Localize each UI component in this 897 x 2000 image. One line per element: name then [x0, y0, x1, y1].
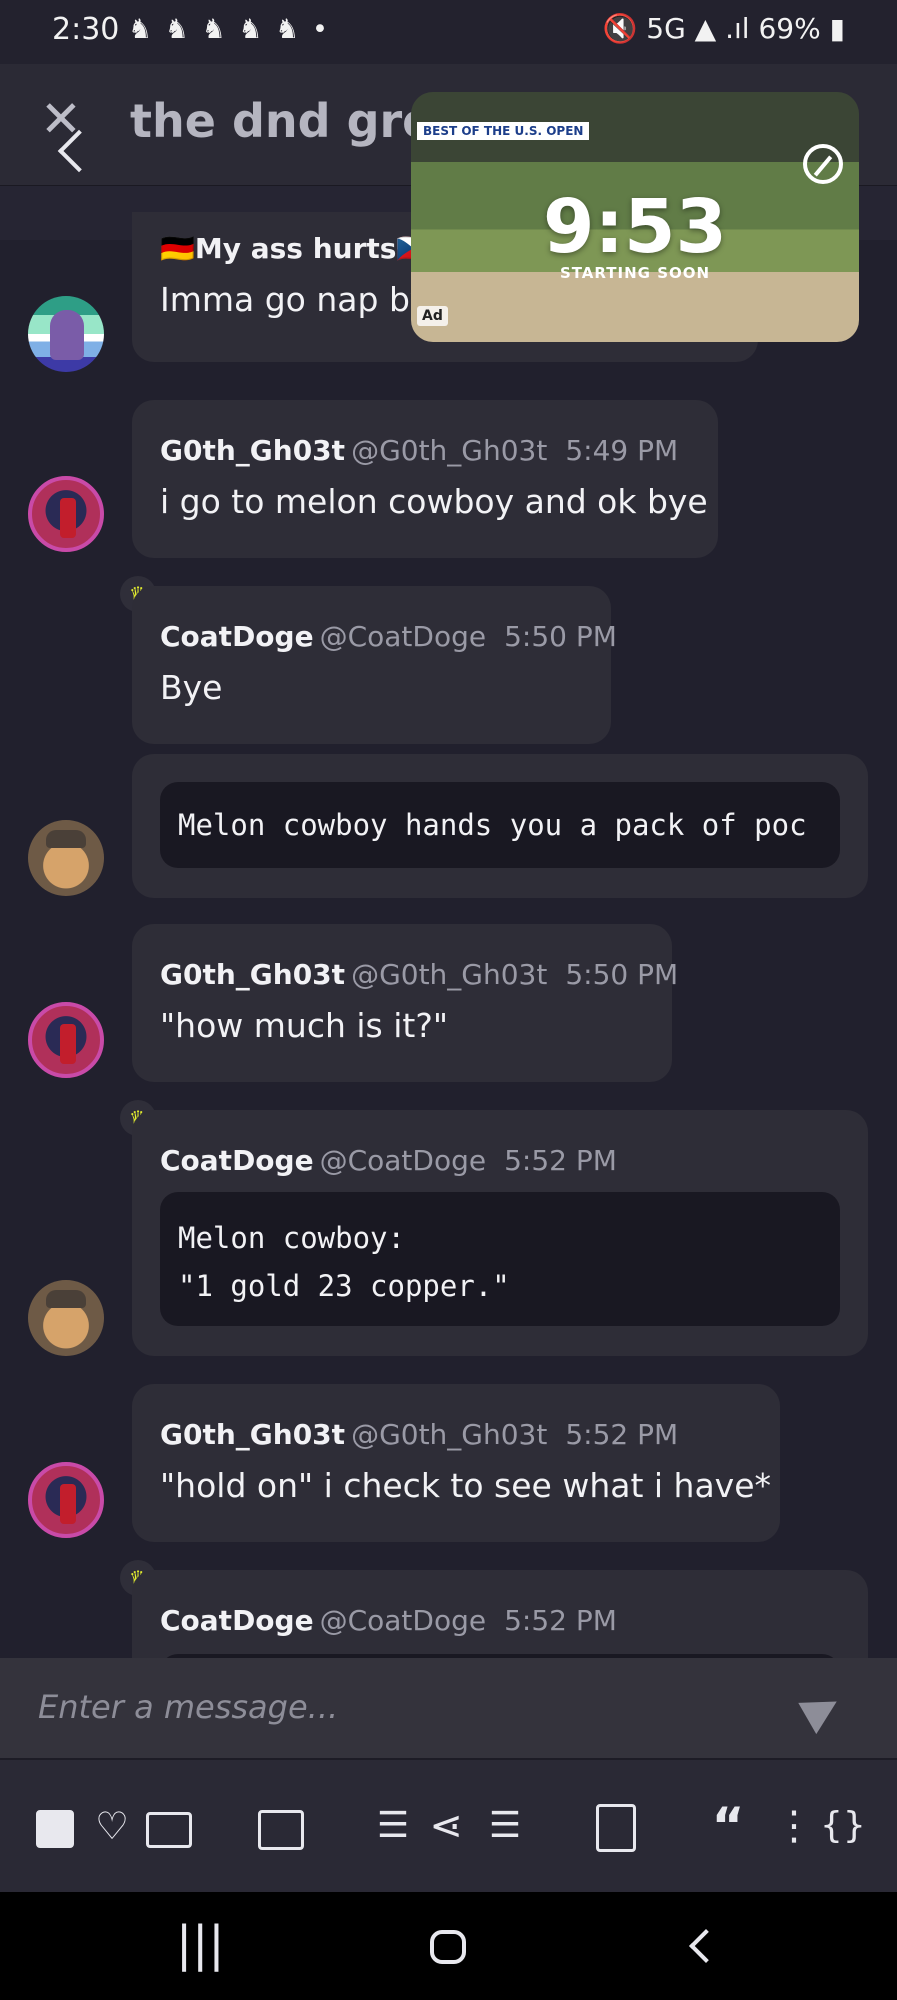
avatar[interactable] [28, 476, 104, 552]
quote-icon[interactable]: “ [706, 1798, 750, 1854]
status-bar: 2:30 ♞ ♞ ♞ ♞ ♞ • 🔇 5G ▲ .ıl 69% ▮ [0, 0, 897, 64]
author-name: 🇩🇪My ass hurts🇨🇿 [160, 232, 432, 265]
video-subtitle: STARTING SOON [559, 264, 711, 282]
recents-icon[interactable]: ||| [176, 1914, 225, 1974]
author-name[interactable]: CoatDoge [160, 620, 314, 653]
avatar[interactable] [28, 1002, 104, 1078]
bullet-list-icon[interactable]: ☰ [370, 1798, 416, 1854]
trash-icon[interactable] [596, 1804, 636, 1852]
code-block: Melon cowboy hands you a pack of poc [160, 782, 840, 868]
message-time: 5:50 PM [504, 620, 617, 653]
message-bubble[interactable]: G0th_Gh03t @G0th_Gh03t 5:49 PM i go to mel… [132, 400, 718, 558]
heart-icon[interactable]: ♡ [88, 1798, 136, 1854]
message-author-line: G0th_Gh03t @G0th_Gh03t 5:50 PM [160, 958, 678, 991]
message-time: 5:49 PM [565, 434, 679, 467]
avatar[interactable] [28, 296, 104, 372]
message-bubble[interactable]: CoatDoge @CoatDoge 5:50 PM Bye [132, 586, 617, 744]
image-icon[interactable] [146, 1812, 192, 1848]
avatar[interactable] [28, 820, 104, 896]
share-icon[interactable]: ⋖ [424, 1798, 468, 1854]
numbered-list-icon[interactable]: ☰ [482, 1798, 528, 1854]
draw-icon[interactable] [258, 1810, 304, 1850]
message-bubble[interactable]: G0th_Gh03t @G0th_Gh03t 5:50 PM "how much i… [132, 924, 678, 1082]
message-time: 5:52 PM [504, 1604, 617, 1637]
author-name[interactable]: G0th_Gh03t [160, 1418, 345, 1451]
author-handle: @G0th_Gh03t [351, 958, 548, 991]
author-name[interactable]: CoatDoge [160, 1604, 314, 1637]
system-nav-bar: ||| [0, 1892, 897, 2000]
send-icon[interactable] [798, 1685, 846, 1735]
more-icon[interactable]: ⋮ [774, 1798, 814, 1854]
avatar[interactable] [28, 1280, 104, 1356]
author-handle: @CoatDoge [319, 1144, 487, 1177]
avatar[interactable] [28, 1462, 104, 1538]
message-bubble[interactable]: CoatDoge @CoatDoge 5:52 PM Melon cowboy: "… [132, 1110, 868, 1356]
message-input[interactable]: Enter a message... [38, 1688, 338, 1726]
message-author-line: CoatDoge @CoatDoge 5:52 PM [160, 1144, 617, 1177]
message-text: Bye [160, 668, 223, 707]
code-icon[interactable]: {} [820, 1798, 866, 1854]
author-name[interactable]: G0th_Gh03t [160, 958, 345, 991]
pip-video-player[interactable]: BEST OF THE U.S. OPEN 9:53 STARTING SOON… [411, 92, 859, 342]
spoiler-icon[interactable] [36, 1810, 74, 1848]
message-time: 5:52 PM [565, 1418, 679, 1451]
video-countdown: 9:53 [542, 184, 728, 270]
message-time: 5:52 PM [504, 1144, 617, 1177]
ad-badge: Ad [417, 306, 448, 326]
message-author-line: G0th_Gh03t @G0th_Gh03t 5:52 PM [160, 1418, 678, 1451]
message-list[interactable]: 🇩🇪My ass hurts🇨🇿 Imma go nap by G0th_Gh0… [0, 186, 897, 1658]
author-handle: @CoatDoge [319, 1604, 487, 1637]
message-bubble[interactable]: G0th_Gh03t @G0th_Gh03t 5:52 PM "hold on" i… [132, 1384, 780, 1542]
message-text: "how much is it?" [160, 1006, 449, 1045]
notification-icons: ♞ ♞ ♞ ♞ ♞ • [128, 14, 330, 45]
message-author-line: G0th_Gh03t @G0th_Gh03t 5:49 PM [160, 434, 678, 467]
status-time: 2:30 [52, 12, 120, 47]
rotate-icon[interactable] [803, 144, 843, 184]
message-bubble[interactable]: CoatDoge @CoatDoge 5:52 PM [132, 1570, 868, 1658]
message-text: i go to melon cowboy and ok bye [160, 482, 708, 521]
status-right-icons: 🔇 5G ▲ .ıl 69% ▮ [602, 12, 845, 45]
home-icon[interactable] [430, 1930, 466, 1964]
author-handle: @G0th_Gh03t [351, 1418, 548, 1451]
message-author-line: CoatDoge @CoatDoge 5:52 PM [160, 1604, 617, 1637]
author-handle: @CoatDoge [319, 620, 487, 653]
message-bubble[interactable]: Melon cowboy hands you a pack of poc [132, 754, 868, 898]
message-composer: Enter a message... [0, 1658, 897, 1758]
message-text: Imma go nap by [160, 280, 430, 319]
message-author-line: CoatDoge @CoatDoge 5:50 PM [160, 620, 617, 653]
author-name[interactable]: G0th_Gh03t [160, 434, 345, 467]
message-author-line: 🇩🇪My ass hurts🇨🇿 [160, 232, 431, 265]
author-handle: @G0th_Gh03t [351, 434, 548, 467]
format-toolbar: ♡ ☰ ⋖ ☰ “ ⋮ {} [0, 1758, 897, 1892]
message-time: 5:50 PM [565, 958, 679, 991]
author-name[interactable]: CoatDoge [160, 1144, 314, 1177]
code-block: Melon cowboy: "1 gold 23 copper." [160, 1192, 840, 1326]
back-icon[interactable] [689, 1929, 723, 1963]
video-tag: BEST OF THE U.S. OPEN [417, 122, 590, 140]
message-text: "hold on" i check to see what i have* [160, 1466, 772, 1505]
